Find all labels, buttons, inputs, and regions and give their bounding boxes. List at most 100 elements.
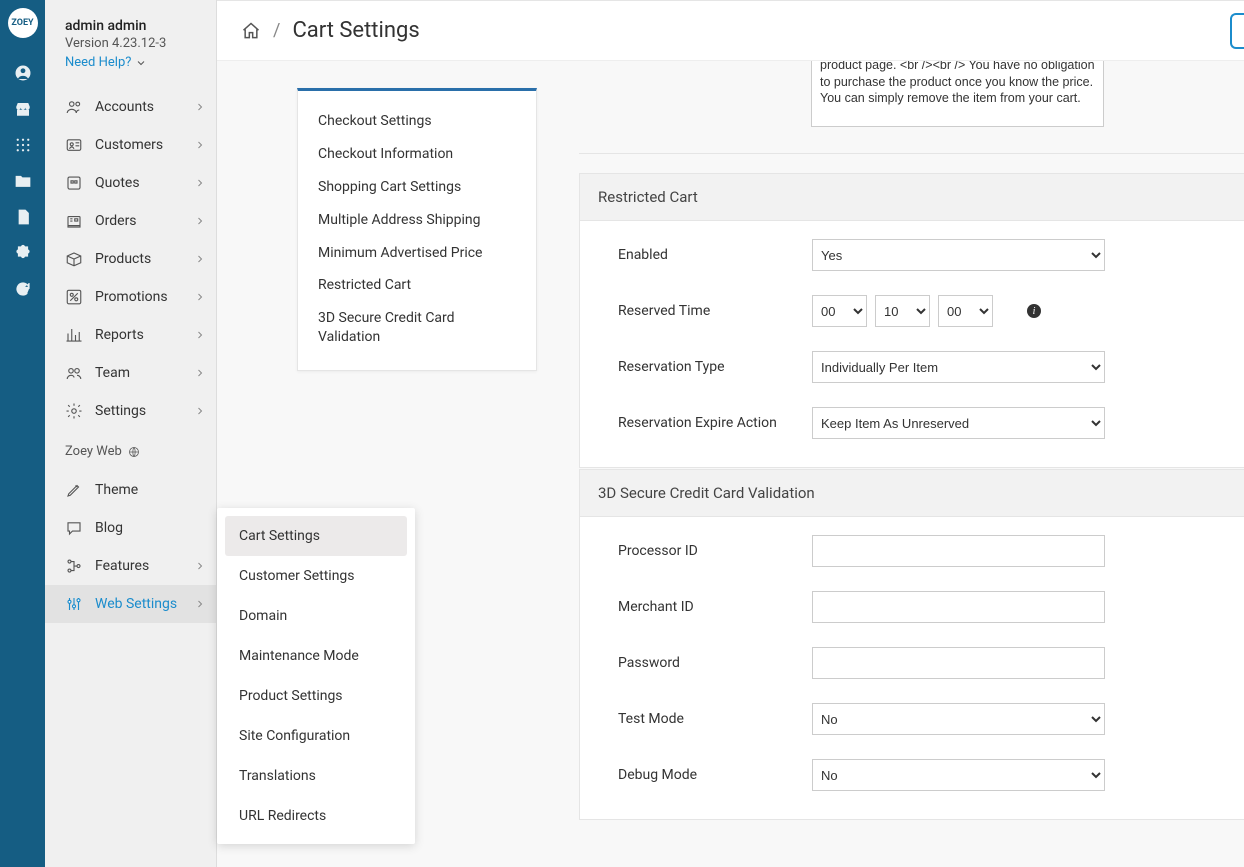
panel-divider — [579, 153, 1244, 154]
select-reservation-type[interactable]: Individually Per ItemEntire Cart — [812, 351, 1105, 383]
brand-logo[interactable]: ZOEY — [8, 8, 38, 38]
save-button-partial[interactable] — [1230, 13, 1244, 49]
sidebar-item-promotions[interactable]: Promotions — [45, 278, 216, 316]
input-processor-id[interactable] — [812, 535, 1105, 567]
account-circle-icon[interactable] — [14, 64, 32, 82]
puzzle-icon[interactable] — [14, 244, 32, 262]
sidebar-main-list: Accounts Customers Quotes Orders Products Pro… — [45, 88, 216, 430]
nav-label: Promotions — [95, 289, 168, 305]
help-link[interactable]: Need Help? — [65, 55, 147, 70]
row-test-mode: Test Mode NoYes — [580, 691, 1244, 747]
user-block: admin admin Version 4.23.12-3 Need Help? — [45, 18, 216, 82]
secure3d-panel: 3D Secure Credit Card Validation Process… — [579, 469, 1244, 820]
label-merchant-id: Merchant ID — [580, 599, 812, 615]
sidebar-item-features[interactable]: Features — [45, 547, 216, 585]
anchor-nav-card: Checkout SettingsCheckout InformationSho… — [297, 88, 537, 371]
flyout-item-url-redirects[interactable]: URL Redirects — [225, 796, 407, 836]
label-processor-id: Processor ID — [580, 543, 812, 559]
flyout-item-product-settings[interactable]: Product Settings — [225, 676, 407, 716]
sidebar-item-web-settings[interactable]: Web Settings — [45, 585, 216, 623]
map-message-field-wrap — [811, 61, 1104, 131]
sidebar-item-accounts[interactable]: Accounts — [45, 88, 216, 126]
sidebar-item-team[interactable]: Team — [45, 354, 216, 392]
map-message-textarea[interactable] — [811, 61, 1104, 127]
select-enabled[interactable]: YesNo — [812, 239, 1105, 271]
flyout-item-site-configuration[interactable]: Site Configuration — [225, 716, 407, 756]
select-debug-mode[interactable]: NoYes — [812, 759, 1105, 791]
anchor-link-minimum-advertised-price[interactable]: Minimum Advertised Price — [318, 237, 516, 270]
web-settings-flyout: Cart SettingsCustomer SettingsDomainMain… — [217, 508, 415, 844]
row-merchant-id: Merchant ID — [580, 579, 1244, 635]
nav-label: Reports — [95, 327, 144, 343]
sidebar-item-settings[interactable]: Settings — [45, 392, 216, 430]
label-debug-mode: Debug Mode — [580, 767, 812, 783]
flyout-item-maintenance-mode[interactable]: Maintenance Mode — [225, 636, 407, 676]
sidebar-item-quotes[interactable]: Quotes — [45, 164, 216, 202]
restricted-cart-panel: Restricted Cart Enabled YesNo Reserved T… — [579, 173, 1244, 468]
folder-icon[interactable] — [14, 172, 32, 190]
anchor-link-3d-secure-credit-card-validation[interactable]: 3D Secure Credit Card Validation — [318, 302, 516, 354]
sidebar-section-label: Zoey Web — [45, 430, 216, 465]
sidebar-item-customers[interactable]: Customers — [45, 126, 216, 164]
anchor-link-restricted-cart[interactable]: Restricted Cart — [318, 269, 516, 302]
sidebar-item-blog[interactable]: Blog — [45, 509, 216, 547]
sidebar: admin admin Version 4.23.12-3 Need Help?… — [45, 0, 217, 867]
nav-label: Blog — [95, 520, 123, 536]
nav-label: Theme — [95, 482, 138, 498]
info-icon[interactable]: i — [1027, 304, 1041, 318]
sidebar-item-products[interactable]: Products — [45, 240, 216, 278]
anchor-link-checkout-settings[interactable]: Checkout Settings — [318, 105, 516, 138]
label-reserved-time: Reserved Time — [580, 303, 812, 319]
nav-label: Products — [95, 251, 151, 267]
select-time-ss[interactable]: 00153045 — [938, 295, 993, 327]
version-label: Version 4.23.12-3 — [65, 36, 200, 51]
input-merchant-id[interactable] — [812, 591, 1105, 623]
select-time-mm[interactable]: 000510152025303540455055 — [875, 295, 930, 327]
anchor-link-multiple-address-shipping[interactable]: Multiple Address Shipping — [318, 204, 516, 237]
label-enabled: Enabled — [580, 247, 812, 263]
flyout-item-domain[interactable]: Domain — [225, 596, 407, 636]
breadcrumb-bar: / Cart Settings — [217, 1, 1244, 61]
panels-column: Restricted Cart Enabled YesNo Reserved T… — [579, 61, 1244, 867]
store-icon[interactable] — [14, 100, 32, 118]
anchor-link-checkout-information[interactable]: Checkout Information — [318, 138, 516, 171]
input-password[interactable] — [812, 647, 1105, 679]
flyout-item-translations[interactable]: Translations — [225, 756, 407, 796]
row-debug-mode: Debug Mode NoYes — [580, 747, 1244, 803]
nav-label: Web Settings — [95, 596, 177, 612]
select-expire-action[interactable]: Keep Item As UnreservedRemove Item From … — [812, 407, 1105, 439]
row-expire-action: Reservation Expire Action Keep Item As U… — [580, 395, 1244, 451]
nav-label: Quotes — [95, 175, 140, 191]
page-title: Cart Settings — [292, 18, 419, 43]
refresh-icon[interactable] — [14, 280, 32, 298]
row-processor-id: Processor ID — [580, 523, 1244, 579]
anchor-link-shopping-cart-settings[interactable]: Shopping Cart Settings — [318, 171, 516, 204]
sidebar-item-orders[interactable]: Orders — [45, 202, 216, 240]
restricted-cart-panel-title: Restricted Cart — [580, 174, 1244, 221]
nav-label: Features — [95, 558, 149, 574]
nav-label: Settings — [95, 403, 146, 419]
sidebar-item-theme[interactable]: Theme — [45, 471, 216, 509]
breadcrumb-separator: / — [273, 20, 280, 41]
row-enabled: Enabled YesNo — [580, 227, 1244, 283]
select-time-hh[interactable]: 00010203040506070809101112 — [812, 295, 867, 327]
secure3d-panel-title: 3D Secure Credit Card Validation — [580, 470, 1244, 517]
chevron-down-icon — [135, 57, 147, 69]
file-icon[interactable] — [14, 208, 32, 226]
nav-label: Orders — [95, 213, 137, 229]
row-password: Password — [580, 635, 1244, 691]
sidebar-item-reports[interactable]: Reports — [45, 316, 216, 354]
home-icon[interactable] — [241, 21, 261, 41]
flyout-item-cart-settings[interactable]: Cart Settings — [225, 516, 407, 556]
nav-label: Team — [95, 365, 130, 381]
label-expire-action: Reservation Expire Action — [580, 415, 812, 431]
flyout-item-customer-settings[interactable]: Customer Settings — [225, 556, 407, 596]
icon-rail: ZOEY — [0, 0, 45, 867]
nav-label: Customers — [95, 137, 163, 153]
label-test-mode: Test Mode — [580, 711, 812, 727]
sidebar-web-list: Theme Blog Features Web Settings — [45, 471, 216, 623]
globe-icon — [128, 446, 140, 458]
label-password: Password — [580, 655, 812, 671]
select-test-mode[interactable]: NoYes — [812, 703, 1105, 735]
apps-grid-icon[interactable] — [14, 136, 32, 154]
